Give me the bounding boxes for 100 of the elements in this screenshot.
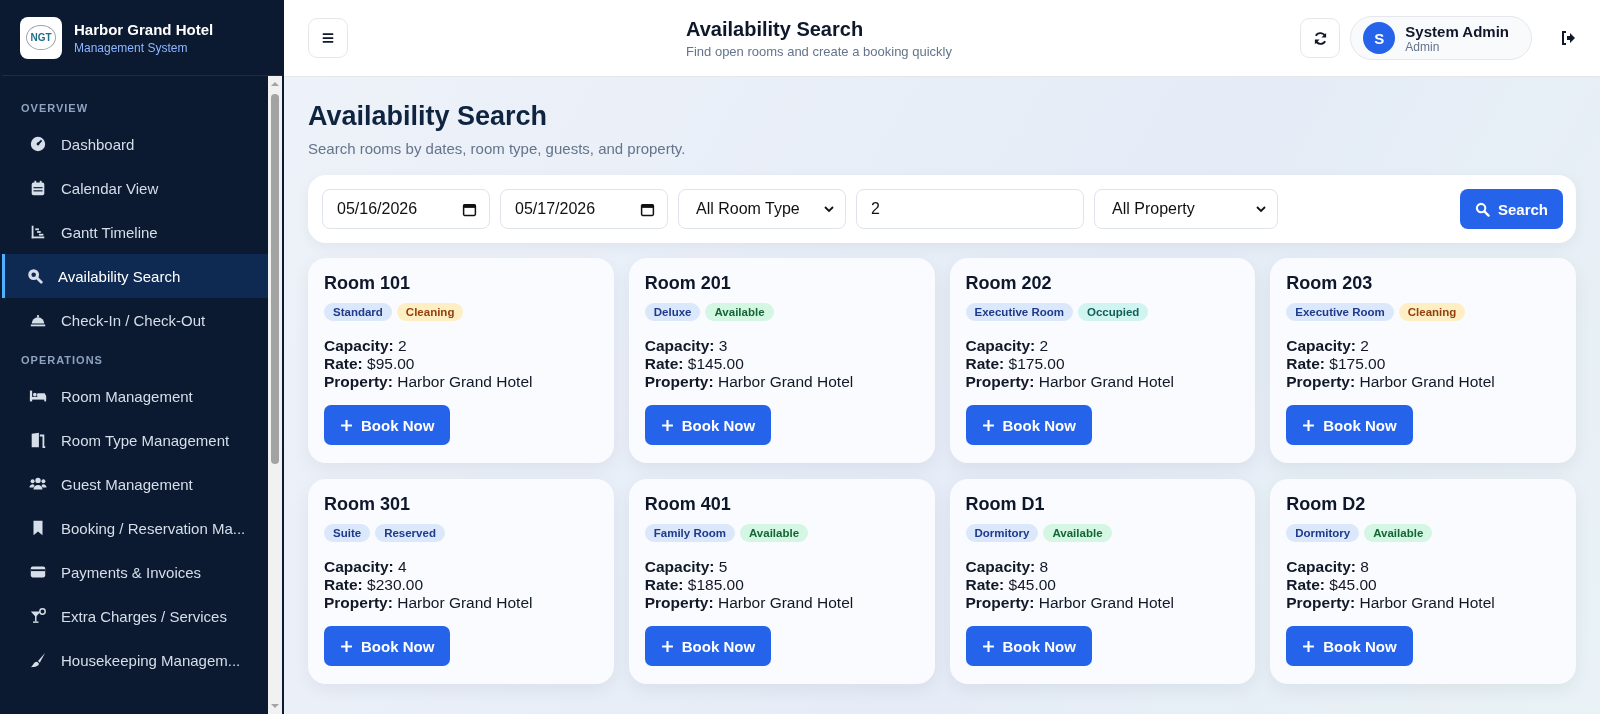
- room-name: Room 201: [644, 273, 732, 294]
- status-tag: Available: [705, 303, 774, 321]
- brand-subtitle: Management System: [74, 40, 189, 55]
- room-name: Room 401: [644, 494, 732, 515]
- refresh-button[interactable]: [1300, 18, 1341, 58]
- book-now-button[interactable]: Book Now: [965, 626, 1092, 666]
- rate-text: Rate: $95.00: [324, 355, 416, 373]
- plus-icon: [981, 639, 995, 653]
- menu-button[interactable]: [308, 18, 348, 58]
- status-tag: Cleaning: [1398, 303, 1466, 321]
- book-now-button[interactable]: Book Now: [965, 405, 1092, 445]
- room-type-tag: Dormitory: [965, 524, 1039, 542]
- avatar: S: [1363, 22, 1396, 54]
- plus-icon: [1302, 639, 1316, 653]
- room-name: Room 301: [324, 494, 412, 515]
- book-now-button[interactable]: Book Now: [644, 405, 772, 445]
- rate-text: Rate: $45.00: [1286, 576, 1378, 594]
- user-badge[interactable]: S System Admin Admin: [1350, 16, 1532, 60]
- status-tag: Available: [1364, 524, 1433, 542]
- property-select[interactable]: All Property: [1094, 189, 1278, 229]
- property-text: Property: Harbor Grand Hotel: [1286, 373, 1496, 391]
- chart-icon: [29, 223, 47, 241]
- room-name: Room D1: [965, 494, 1046, 515]
- search-icon: [26, 267, 44, 285]
- nav-item[interactable]: Room Management: [2, 374, 268, 418]
- logo-icon: NGT: [20, 16, 62, 59]
- capacity-text: Capacity: 2: [324, 337, 408, 355]
- status-tag: Available: [1043, 524, 1112, 542]
- capacity-text: Capacity: 2: [1286, 337, 1370, 355]
- date-field[interactable]: 05/16/2026: [322, 189, 490, 229]
- chevron-down-icon: [1255, 203, 1267, 215]
- nav-item[interactable]: Booking / Reservation Ma...: [2, 506, 268, 550]
- brand-name: Harbor Grand Hotel: [74, 20, 214, 38]
- status-tag: Reserved: [375, 524, 445, 542]
- menu-icon: [321, 31, 335, 45]
- book-now-button[interactable]: Book Now: [1286, 405, 1413, 445]
- capacity-text: Capacity: 4: [324, 558, 408, 576]
- book-now-button[interactable]: Book Now: [644, 626, 772, 666]
- plus-icon: [1302, 418, 1316, 432]
- chevron-down-icon: [823, 203, 835, 215]
- status-tag: Available: [739, 524, 809, 542]
- book-now-button[interactable]: Book Now: [1286, 626, 1413, 666]
- room-name: Room 202: [965, 273, 1053, 294]
- nav-item[interactable]: Gantt Timeline: [2, 210, 268, 254]
- book-now-button[interactable]: Book Now: [324, 405, 451, 445]
- capacity-text: Capacity: 3: [644, 337, 729, 355]
- nav-item[interactable]: Availability Search: [2, 254, 268, 298]
- gauge-icon: [29, 135, 47, 153]
- property-text: Property: Harbor Grand Hotel: [1286, 594, 1496, 612]
- rate-text: Rate: $230.00: [324, 576, 425, 594]
- room-type-tag: Suite: [324, 524, 371, 542]
- nav-item[interactable]: Payments & Invoices: [2, 550, 268, 594]
- glass-icon: [29, 607, 47, 625]
- room-type-tag: Executive Room: [965, 303, 1073, 321]
- user-name: System Admin: [1405, 22, 1509, 40]
- room-type-select[interactable]: All Room Type: [678, 189, 846, 229]
- room-name: Room D2: [1286, 494, 1367, 515]
- plus-icon: [340, 418, 353, 432]
- room-name: Room 203: [1286, 273, 1374, 294]
- section-title: OPERATIONS: [20, 353, 104, 368]
- nav-item[interactable]: Extra Charges / Services: [2, 594, 268, 638]
- rate-text: Rate: $145.00: [644, 355, 745, 373]
- property-text: Property: Harbor Grand Hotel: [965, 594, 1175, 612]
- guests-field[interactable]: 2: [856, 189, 1084, 229]
- user-role: Admin: [1405, 39, 1440, 54]
- property-text: Property: Harbor Grand Hotel: [965, 373, 1175, 391]
- nav-item[interactable]: Check-In / Check-Out: [2, 298, 268, 342]
- refresh-icon: [1312, 30, 1328, 46]
- room-type-tag: Family Room: [644, 524, 735, 542]
- capacity-text: Capacity: 8: [965, 558, 1050, 576]
- plus-icon: [660, 418, 674, 432]
- date-field[interactable]: 05/17/2026: [500, 189, 668, 229]
- room-type-tag: Executive Room: [1286, 303, 1394, 321]
- rate-text: Rate: $175.00: [965, 355, 1066, 373]
- property-text: Property: Harbor Grand Hotel: [644, 373, 855, 391]
- rate-text: Rate: $45.00: [965, 576, 1057, 594]
- logout-icon[interactable]: [1560, 30, 1576, 46]
- capacity-text: Capacity: 2: [965, 337, 1050, 355]
- book-now-button[interactable]: Book Now: [324, 626, 451, 666]
- page-subtitle: Search rooms by dates, room type, guests, and property.: [308, 140, 687, 157]
- nav-item[interactable]: Dashboard: [2, 122, 268, 166]
- nav-item[interactable]: Calendar View: [2, 166, 268, 210]
- property-text: Property: Harbor Grand Hotel: [324, 373, 534, 391]
- nav-item[interactable]: Guest Management: [2, 462, 268, 506]
- nav-item[interactable]: Housekeeping Managem...: [2, 638, 268, 682]
- header-subtitle: Find open rooms and create a booking quickly: [686, 43, 953, 59]
- status-tag: Cleaning: [396, 303, 464, 321]
- section-title: OVERVIEW: [20, 101, 90, 116]
- header-title: Availability Search: [686, 17, 865, 41]
- calendar-icon: [29, 179, 47, 197]
- nav-item[interactable]: Room Type Management: [2, 418, 268, 462]
- property-text: Property: Harbor Grand Hotel: [324, 594, 534, 612]
- door-icon: [29, 431, 47, 449]
- search-button[interactable]: Search: [1459, 189, 1563, 229]
- room-type-tag: Standard: [324, 303, 392, 321]
- calendar-icon[interactable]: [462, 201, 477, 217]
- property-text: Property: Harbor Grand Hotel: [644, 594, 855, 612]
- capacity-text: Capacity: 8: [1286, 558, 1370, 576]
- plus-icon: [660, 639, 674, 653]
- calendar-icon[interactable]: [640, 201, 655, 217]
